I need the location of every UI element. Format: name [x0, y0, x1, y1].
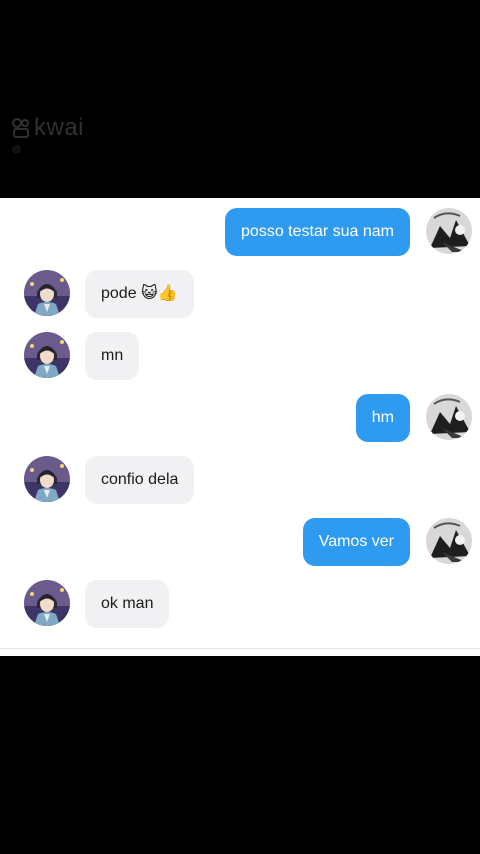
message-row: mn	[0, 332, 480, 380]
contact-avatar[interactable]	[24, 270, 70, 316]
video-frame: kwai @ posso testar sua nam pode 😺👍 mn h…	[0, 0, 480, 854]
message-row: ok man	[0, 580, 480, 628]
sender-avatar[interactable]	[426, 518, 472, 564]
sent-message-bubble[interactable]: hm	[355, 394, 410, 442]
received-message-bubble[interactable]: mn	[85, 332, 140, 380]
contact-avatar[interactable]	[24, 580, 70, 626]
kwai-watermark: kwai @	[12, 116, 84, 159]
message-row: pode 😺👍	[0, 270, 480, 318]
contact-avatar[interactable]	[24, 332, 70, 378]
sender-avatar[interactable]	[426, 394, 472, 440]
sent-message-bubble[interactable]: posso testar sua nam	[225, 208, 410, 256]
kwai-logo-icon	[12, 118, 29, 138]
chat-bottom-divider	[0, 648, 480, 656]
message-row: hm	[0, 394, 480, 442]
kwai-handle: @	[12, 144, 22, 154]
sent-message-bubble[interactable]: Vamos ver	[302, 518, 410, 566]
message-row: posso testar sua nam	[0, 208, 480, 256]
message-row: Vamos ver	[0, 518, 480, 566]
contact-avatar[interactable]	[24, 456, 70, 502]
received-message-bubble[interactable]: pode 😺👍	[85, 270, 194, 318]
kwai-brand-text: kwai	[34, 114, 85, 141]
message-row: confio dela	[0, 456, 480, 504]
kwai-logo: kwai	[12, 116, 84, 140]
received-message-bubble[interactable]: confio dela	[85, 456, 195, 504]
received-message-bubble[interactable]: ok man	[85, 580, 170, 628]
sender-avatar[interactable]	[426, 208, 472, 254]
chat-screen[interactable]: posso testar sua nam pode 😺👍 mn hm confi…	[0, 198, 480, 648]
